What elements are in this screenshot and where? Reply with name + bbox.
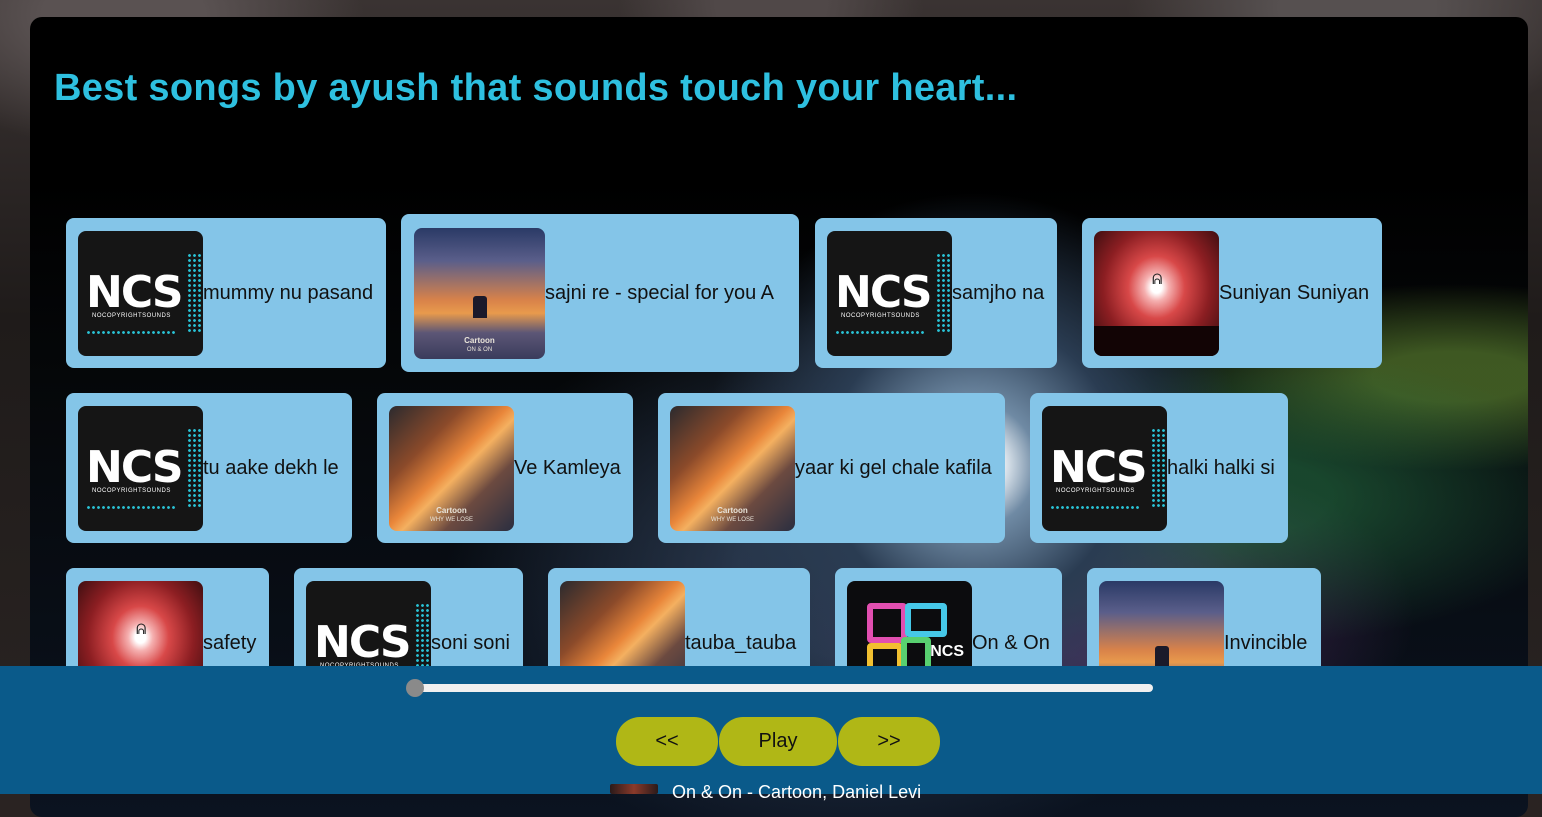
album-cover: NCS NOCOPYRIGHTSOUNDS (78, 230, 203, 356)
ncs-logo: NCS (86, 266, 184, 318)
song-name: soni soni (431, 631, 510, 654)
cover-base (1094, 325, 1219, 356)
ncs-logo: NCS (1050, 441, 1148, 493)
decoration-dots (1151, 427, 1165, 508)
seek-slider[interactable] (406, 679, 1153, 697)
rider-silhouette (1155, 645, 1170, 668)
now-playing-cover (610, 784, 658, 794)
song-name: tu aake dekh le (203, 456, 339, 479)
cover-label: Cartoon (436, 505, 467, 515)
song-name: sajni re - special for you A (545, 281, 774, 304)
decoration-dots (86, 504, 176, 511)
song-name: mummy nu pasand (203, 281, 374, 304)
album-cover: NCS NOCOPYRIGHTSOUNDS (78, 405, 203, 531)
ncs-subtitle: NOCOPYRIGHTSOUNDS (1056, 487, 1135, 494)
cover-sublabel: WHY WE LOSE (711, 516, 754, 523)
previous-button[interactable]: << (616, 717, 718, 766)
ncs-subtitle: NOCOPYRIGHTSOUNDS (841, 312, 920, 319)
now-playing: On & On - Cartoon, Daniel Levi (610, 782, 921, 802)
cover-label: Cartoon (717, 505, 748, 515)
album-cover: NCS NOCOPYRIGHTSOUNDS (1042, 405, 1167, 531)
decoration-dots (936, 252, 950, 333)
seek-thumb[interactable] (406, 679, 424, 697)
song-item[interactable]: NCS NOCOPYRIGHTSOUNDS halki halki si (1030, 393, 1288, 543)
song-item[interactable]: Cartoon WHY WE LOSE yaar ki gel chale ka… (658, 393, 1005, 543)
ncs-subtitle: NOCOPYRIGHTSOUNDS (92, 312, 171, 319)
song-name: Ve Kamleya (514, 456, 621, 479)
cover-sublabel: WHY WE LOSE (430, 516, 473, 523)
next-button[interactable]: >> (838, 717, 940, 766)
album-cover: ᕱ (1094, 230, 1219, 356)
ncs-logo: NCS (314, 616, 412, 668)
figure-icon: ᕱ (136, 620, 147, 637)
rider-silhouette (472, 295, 487, 318)
song-name: Suniyan Suniyan (1219, 281, 1370, 304)
decoration-dots (187, 252, 201, 333)
song-name: tauba_tauba (685, 631, 797, 654)
maze-shape (905, 602, 947, 637)
song-item[interactable]: NCS NOCOPYRIGHTSOUNDS mummy nu pasand (66, 218, 386, 368)
song-item[interactable]: NCS NOCOPYRIGHTSOUNDS samjho na (815, 218, 1057, 368)
album-cover: Cartoon WHY WE LOSE (389, 405, 514, 531)
decoration-dots (86, 329, 176, 336)
ncs-logo: NCS (835, 266, 933, 318)
song-name: safety (203, 631, 257, 654)
maze-shape (867, 602, 907, 643)
play-button[interactable]: Play (719, 717, 837, 766)
page-title: Best songs by ayush that sounds touch yo… (54, 67, 1018, 109)
song-item[interactable]: Cartoon ON & ON sajni re - special for y… (401, 214, 799, 372)
album-cover: NCS NOCOPYRIGHTSOUNDS (827, 230, 952, 356)
decoration-dots (187, 427, 201, 508)
ncs-badge: NCS (930, 642, 964, 660)
now-playing-text: On & On - Cartoon, Daniel Levi (672, 782, 922, 802)
song-name: samjho na (952, 281, 1045, 304)
song-item[interactable]: ᕱ Suniyan Suniyan (1082, 218, 1382, 368)
ncs-subtitle: NOCOPYRIGHTSOUNDS (92, 487, 171, 494)
song-item[interactable]: Cartoon WHY WE LOSE Ve Kamleya (377, 393, 633, 543)
song-item[interactable]: NCS NOCOPYRIGHTSOUNDS tu aake dekh le (66, 393, 352, 543)
decoration-dots (835, 329, 925, 336)
cover-label: Cartoon (464, 335, 495, 345)
figure-icon: ᕱ (1152, 270, 1163, 287)
song-name: halki halki si (1167, 456, 1275, 479)
album-cover: Cartoon WHY WE LOSE (670, 405, 795, 531)
album-cover: Cartoon ON & ON (414, 227, 545, 359)
ncs-logo: NCS (86, 441, 184, 493)
song-name: Invincible (1224, 631, 1308, 654)
song-name: yaar ki gel chale kafila (795, 456, 992, 479)
cover-sublabel: ON & ON (466, 346, 493, 353)
decoration-dots (1050, 504, 1140, 511)
song-name: On & On (972, 631, 1050, 654)
